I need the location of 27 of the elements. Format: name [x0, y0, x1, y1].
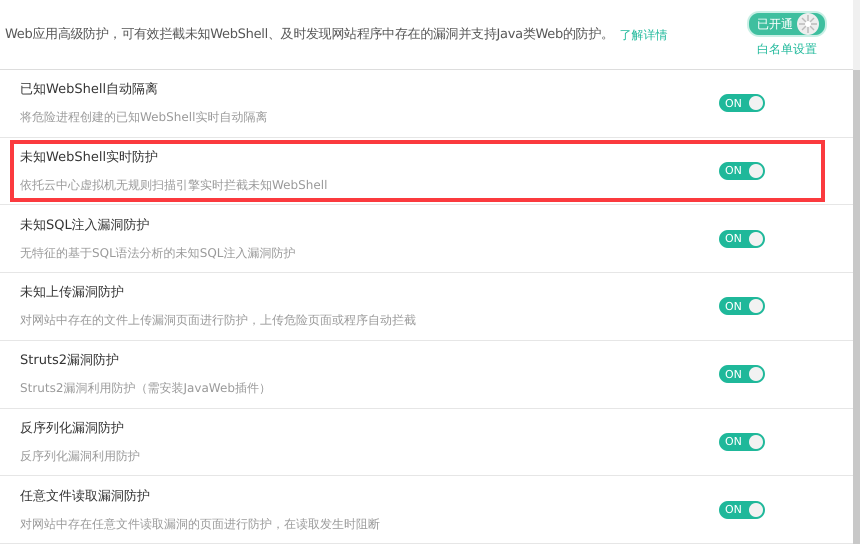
toggle-switch[interactable]: ON [719, 94, 765, 112]
toggle-switch[interactable]: ON [719, 162, 765, 180]
toggle-switch[interactable]: ON [719, 230, 765, 248]
feature-description: Web应用高级防护，可有效拦截未知WebShell、及时发现网站程序中存在的漏洞并支持Java类Web的防护。 [5, 26, 614, 43]
service-status-toggle[interactable]: 已开通 [747, 11, 827, 37]
setting-title: 未知WebShell实时防护 [20, 148, 160, 166]
setting-description: Struts2漏洞利用防护（需安装JavaWeb插件） [20, 380, 272, 398]
setting-description: 对网站中存在任意文件读取漏洞的页面进行防护，在读取发生时阻断 [20, 516, 381, 533]
setting-title: 未知上传漏洞防护 [20, 284, 125, 302]
setting-description: 反序列化漏洞利用防护 [20, 448, 141, 465]
setting-title: 未知SQL注入漏洞防护 [20, 216, 151, 234]
setting-description: 对网站中存在的文件上传漏洞页面进行防护，上传危险页面或程序自动拦截 [20, 312, 417, 330]
details-link[interactable]: 了解详情 [620, 27, 668, 44]
setting-title: Struts2漏洞防护 [20, 352, 120, 370]
setting-title: 任意文件读取漏洞防护 [20, 488, 151, 505]
setting-title: 反序列化漏洞防护 [20, 420, 125, 437]
setting-title: 已知WebShell自动隔离 [20, 81, 160, 98]
toggle-switch[interactable]: ON [719, 432, 765, 451]
toggle-switch[interactable]: ON [719, 500, 765, 519]
setting-description: 将危险进程创建的已知WebShell实时自动隔离 [20, 109, 268, 126]
scrollbar[interactable] [853, 0, 860, 544]
toggle-switch[interactable]: ON [719, 365, 765, 384]
toggle-switch[interactable]: ON [719, 297, 765, 316]
whitelist-settings-link[interactable]: 白名单设置 [757, 41, 817, 58]
setting-description: 依托云中心虚拟机无规则扫描引擎实时拦截未知WebShell [20, 176, 328, 194]
toggle-knob-icon [797, 13, 819, 35]
setting-description: 无特征的基于SQL语法分析的未知SQL注入漏洞防护 [20, 244, 296, 262]
